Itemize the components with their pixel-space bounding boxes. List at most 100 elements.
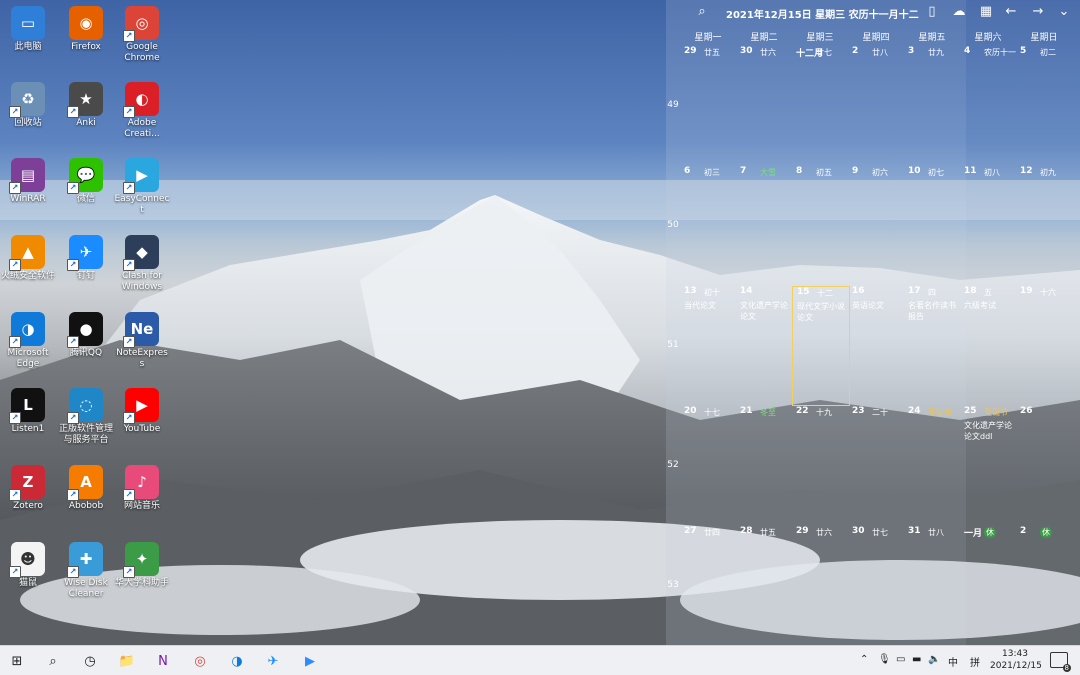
calendar-day[interactable]: 30 廿六 xyxy=(736,46,792,164)
calendar-day[interactable]: 9 初六 xyxy=(848,166,904,284)
calendar-day[interactable]: 10 初七 xyxy=(904,166,960,284)
calendar-day[interactable]: 5 初二 xyxy=(1016,46,1072,164)
file-explorer-icon[interactable]: 📁 xyxy=(116,650,138,672)
desktop-icon[interactable]: ★ ↗ Anki xyxy=(58,82,114,129)
calendar-event[interactable]: 文化遗产学论论文 xyxy=(740,300,792,322)
desktop-icon[interactable]: A ↗ Abobob xyxy=(58,465,114,512)
calendar-day[interactable]: 14 文化遗产学论论文 xyxy=(736,286,792,404)
desktop-icon[interactable]: ♪ ↗ 网站音乐 xyxy=(114,465,170,512)
calendar-day[interactable]: 19 十六 xyxy=(1016,286,1072,404)
calendar-event[interactable]: 英语论文 xyxy=(852,300,904,311)
calendar-day[interactable]: 8 初五 xyxy=(792,166,848,284)
calendar-day[interactable]: 十二月 廿七 xyxy=(792,46,848,164)
network-icon[interactable]: ▭ xyxy=(896,654,905,665)
calendar-day[interactable]: 25 圣诞节 文化遗产学论论文ddl xyxy=(960,406,1016,524)
calendar-day[interactable]: 3 廿九 xyxy=(904,46,960,164)
calendar-day[interactable]: 2 廿八 xyxy=(848,46,904,164)
calendar-day[interactable]: 一月休 xyxy=(960,526,1016,644)
desktop-icon[interactable]: ◎ ↗ Google Chrome xyxy=(114,6,170,64)
chevron-up-icon[interactable]: ⌃ xyxy=(860,654,868,665)
calendar-event[interactable]: 六级考试 xyxy=(964,300,1016,311)
volume-icon[interactable]: 🔈 xyxy=(928,654,940,665)
search-icon[interactable]: ⌕ xyxy=(42,650,64,672)
calendar-day[interactable]: 27 廿四 xyxy=(680,526,736,644)
notification-center-button[interactable]: 8 xyxy=(1050,652,1071,672)
mic-icon[interactable]: 🎙 xyxy=(878,654,891,665)
calendar-day-today[interactable]: 15 十二 现代文学小说论文 xyxy=(792,286,850,406)
edge-icon[interactable]: ◑ xyxy=(226,650,248,672)
calendar-day[interactable]: 4 农历十一 xyxy=(960,46,1016,164)
phone-icon[interactable]: ▯ xyxy=(924,4,940,20)
calendar-day[interactable]: 2休 xyxy=(1016,526,1072,644)
calendar-icon[interactable]: ▦ xyxy=(978,4,994,20)
calendar-day[interactable]: 23 二十 xyxy=(848,406,904,524)
battery-icon[interactable]: ▬ xyxy=(912,654,921,665)
desktop-icon[interactable]: ☻ ↗ 猫鼠 xyxy=(0,542,56,589)
ime-language-indicator[interactable]: 中 xyxy=(948,654,958,669)
desktop-icon[interactable]: 💬 ↗ 微信 xyxy=(58,158,114,205)
desktop-icon-label: Anki xyxy=(76,118,96,128)
day-number: 2 xyxy=(852,46,859,56)
desktop-icon[interactable]: ✚ ↗ Wise Disk Cleaner xyxy=(58,542,114,600)
desktop-icon[interactable]: ▤ ↗ WinRAR xyxy=(0,158,56,205)
calendar-day[interactable]: 26 xyxy=(1016,406,1072,524)
calendar-day[interactable]: 31 廿八 xyxy=(904,526,960,644)
calendar-day[interactable]: 20 十七 xyxy=(680,406,736,524)
lunar-date: 廿七 xyxy=(872,528,888,537)
calendar-day[interactable]: 7 大雪 xyxy=(736,166,792,284)
desktop-icon[interactable]: ◑ ↗ Microsoft Edge xyxy=(0,312,56,370)
calendar-day[interactable]: 18 五六级考试 xyxy=(960,286,1016,404)
chrome-icon[interactable]: ◎ xyxy=(189,650,211,672)
desktop-icon[interactable]: L ↗ Listen1 xyxy=(0,388,56,435)
desktop-icon[interactable]: ♻ ↗ 回收站 xyxy=(0,82,56,129)
calendar-event[interactable]: 文化遗产学论论文ddl xyxy=(964,420,1016,442)
calendar-day[interactable]: 29 廿六 xyxy=(792,526,848,644)
desktop-icon[interactable]: ◌ ↗ 正版软件管理与服务平台 xyxy=(58,388,114,446)
desktop: ▭ 此电脑 ◉ Firefox ◎ ↗ Google Chrome ♻ ↗ 回收站 ★ ↗ Anki ◐ ↗… xyxy=(0,0,1080,645)
desktop-icon[interactable]: ▭ 此电脑 xyxy=(0,6,56,53)
search-icon[interactable]: ⌕ xyxy=(694,4,710,20)
calendar-day[interactable]: 16 英语论文 xyxy=(848,286,904,404)
calendar-day[interactable]: 13 初十 当代论文 xyxy=(680,286,736,404)
desktop-icon[interactable]: ✦ ↗ 华大学科助手 xyxy=(114,542,170,589)
dingtalk-icon[interactable]: ✈ xyxy=(262,650,284,672)
onenote-icon[interactable]: N xyxy=(152,650,174,672)
desktop-icon[interactable]: Z ↗ Zotero xyxy=(0,465,56,512)
arrow-right-icon[interactable]: → xyxy=(1030,4,1046,20)
calendar-day[interactable]: 21 冬至 xyxy=(736,406,792,524)
calendar-day[interactable]: 30 廿七 xyxy=(848,526,904,644)
desktop-icon[interactable]: ◐ ↗ Adobe Creati... xyxy=(114,82,170,140)
arrow-left-icon[interactable]: ← xyxy=(1003,4,1019,20)
recycle-bin-icon: ♻ ↗ xyxy=(9,82,45,118)
day-number: 30 xyxy=(852,526,865,536)
task-view-icon[interactable]: ◷ xyxy=(79,650,101,672)
calendar-day[interactable]: 29 廿五 xyxy=(680,46,736,164)
calendar-day[interactable]: 22 十九 xyxy=(792,406,848,524)
desktop-icon[interactable]: ✈ ↗ 钉钉 xyxy=(58,235,114,282)
desktop-icon[interactable]: ▲ ↗ 火绒安全软件 xyxy=(0,235,56,282)
calendar-event[interactable]: 现代文学小说论文 xyxy=(797,301,849,323)
zoom-icon[interactable]: ▶ xyxy=(299,650,321,672)
desktop-icon[interactable]: ▶ ↗ EasyConnect xyxy=(114,158,170,216)
desktop-icon[interactable]: ● ↗ 腾讯QQ xyxy=(58,312,114,359)
calendar-day[interactable]: 11 初八 xyxy=(960,166,1016,284)
calendar-day[interactable]: 28 廿五 xyxy=(736,526,792,644)
calendar-event[interactable]: 名著名作读书报告 xyxy=(908,300,960,322)
calendar-day[interactable]: 6 初三 xyxy=(680,166,736,284)
desktop-icon[interactable]: ◆ ↗ Clash for Windows xyxy=(114,235,170,293)
shortcut-arrow-icon: ↗ xyxy=(9,412,21,424)
desktop-icon[interactable]: Ne ↗ NoteExpress xyxy=(114,312,170,370)
ime-mode-indicator[interactable]: 拼 xyxy=(970,654,980,669)
qq-icon: ● ↗ xyxy=(67,312,103,348)
day-number: 一月 xyxy=(964,529,983,539)
calendar-day[interactable]: 12 初九 xyxy=(1016,166,1072,284)
clock[interactable]: 13:43 2021/12/15 xyxy=(990,648,1042,672)
calendar-event[interactable]: 当代论文 xyxy=(684,300,736,311)
cloud-sync-icon[interactable]: ☁ xyxy=(951,4,967,20)
desktop-icon[interactable]: ◉ Firefox xyxy=(58,6,114,53)
start-icon[interactable]: ⊞ xyxy=(6,650,28,672)
desktop-icon[interactable]: ▶ ↗ YouTube xyxy=(114,388,170,435)
calendar-day[interactable]: 24 平安夜 xyxy=(904,406,960,524)
chevron-down-icon[interactable]: ⌄ xyxy=(1056,4,1072,20)
calendar-day[interactable]: 17 四名著名作读书报告 xyxy=(904,286,960,404)
